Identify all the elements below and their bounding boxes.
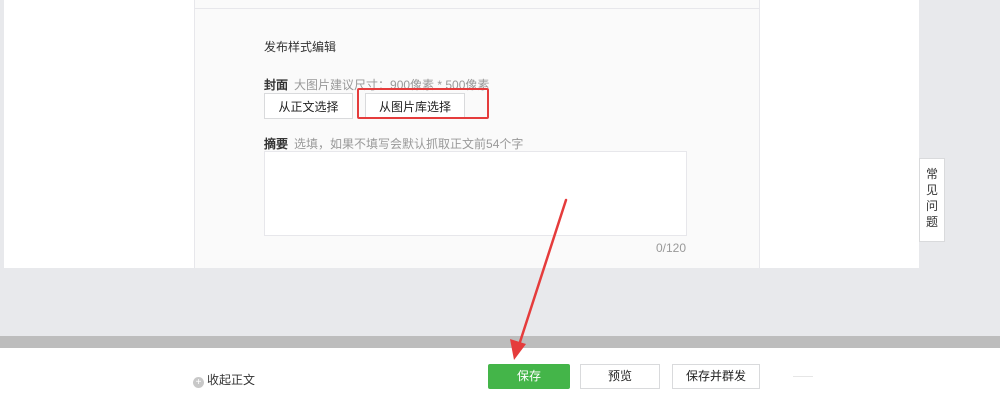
annotation-arrow bbox=[510, 198, 568, 360]
